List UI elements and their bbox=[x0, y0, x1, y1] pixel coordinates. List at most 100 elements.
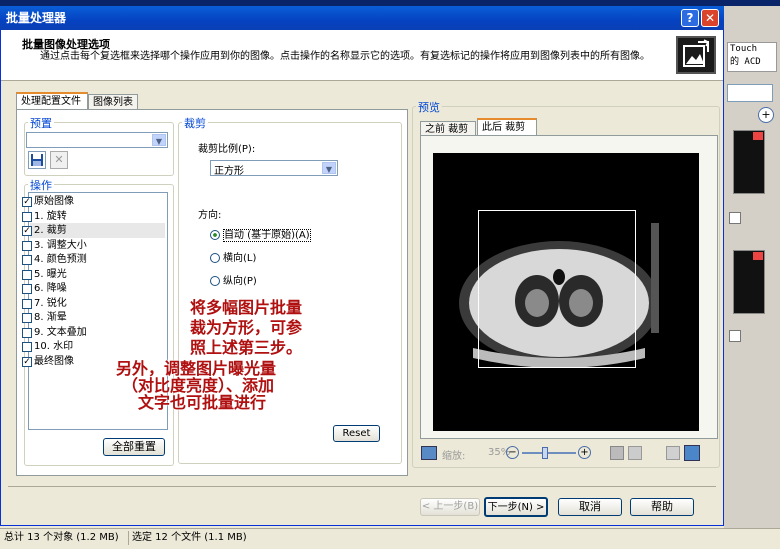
background-thumbnail-checkbox[interactable] bbox=[729, 212, 741, 224]
operation-checkbox[interactable] bbox=[22, 342, 32, 352]
chevron-down-icon: ▼ bbox=[322, 162, 336, 174]
background-thumbnail[interactable] bbox=[733, 130, 765, 194]
operation-item[interactable]: 4. 颜色预测 bbox=[22, 253, 87, 267]
operation-checkbox[interactable] bbox=[22, 284, 32, 294]
direction-option[interactable]: 横向(L) bbox=[210, 249, 256, 264]
direction-option[interactable]: 纵向(P) bbox=[210, 272, 257, 287]
direction-option-label: 横向(L) bbox=[223, 253, 257, 264]
operation-checkbox[interactable] bbox=[22, 298, 32, 309]
status-divider bbox=[128, 531, 129, 545]
zoom-slider-thumb[interactable] bbox=[542, 447, 548, 459]
cancel-button[interactable]: 取消 bbox=[558, 498, 622, 516]
tab-image-list[interactable]: 图像列表 bbox=[88, 94, 138, 110]
annotation-block-1: 将多幅图片批量 裁为方形，可参 照上述第三步。 bbox=[190, 298, 302, 358]
image-icon[interactable] bbox=[684, 445, 700, 461]
actual-size-icon[interactable] bbox=[628, 446, 642, 460]
operation-item[interactable]: ✓ 2. 裁剪 bbox=[22, 224, 67, 238]
back-button[interactable]: < 上一步(B) bbox=[420, 498, 480, 516]
operation-checkbox[interactable] bbox=[22, 313, 32, 323]
preset-dropdown[interactable]: ▼ bbox=[26, 132, 168, 148]
dialog-titlebar: 批量处理器 bbox=[0, 6, 724, 30]
operation-checkbox[interactable]: ✓ bbox=[22, 197, 32, 207]
save-preset-button[interactable] bbox=[28, 151, 46, 169]
operation-item[interactable]: 10. 水印 bbox=[22, 340, 74, 354]
background-zoom-plus-button[interactable]: + bbox=[758, 107, 774, 123]
status-bar: 总计 13 个对象 (1.2 MB) 选定 12 个文件 (1.1 MB) bbox=[0, 528, 780, 549]
background-acd-text: 的 ACD bbox=[730, 57, 761, 67]
delete-preset-button[interactable]: ✕ bbox=[50, 151, 68, 169]
operation-checkbox[interactable] bbox=[22, 211, 32, 222]
status-selected: 选定 12 个文件 (1.1 MB) bbox=[132, 532, 247, 543]
preset-label: 预置 bbox=[28, 115, 54, 131]
batch-image-icon bbox=[676, 36, 716, 74]
operation-item[interactable]: ✓ 原始图像 bbox=[22, 195, 74, 209]
operation-label: 6. 降噪 bbox=[34, 283, 67, 294]
operation-label: 9. 文本叠加 bbox=[34, 326, 87, 338]
crop-reset-button[interactable]: Reset bbox=[333, 425, 380, 442]
chevron-down-icon: ▼ bbox=[152, 134, 166, 146]
operation-label: 最终图像 bbox=[34, 355, 74, 367]
annotation-line: 照上述第三步。 bbox=[190, 338, 303, 357]
compare-icon[interactable] bbox=[666, 446, 680, 460]
crop-frame[interactable] bbox=[478, 210, 636, 368]
radio-button[interactable] bbox=[210, 253, 220, 263]
operation-label: 10. 水印 bbox=[34, 341, 74, 352]
close-icon[interactable]: ✕ bbox=[701, 9, 719, 27]
preview-settings-icon[interactable] bbox=[421, 446, 437, 460]
dialog-title: 批量处理器 bbox=[6, 11, 67, 25]
operation-item[interactable]: 7. 锐化 bbox=[22, 297, 67, 311]
operation-checkbox[interactable]: ✓ bbox=[22, 226, 32, 236]
background-touch-text: Touch bbox=[730, 44, 758, 54]
help-button[interactable]: 帮助 bbox=[630, 498, 694, 516]
operation-item[interactable]: ✓ 最终图像 bbox=[22, 355, 74, 369]
background-thumbnail-checkbox[interactable] bbox=[729, 330, 741, 342]
operation-checkbox[interactable] bbox=[22, 240, 32, 251]
tab-after-crop[interactable]: 此后 裁剪 bbox=[477, 118, 537, 136]
direction-label: 方向: bbox=[198, 210, 222, 221]
crop-ratio-label: 裁剪比例(P): bbox=[198, 144, 256, 155]
background-dropdown[interactable] bbox=[727, 84, 773, 102]
zoom-label: 缩放: bbox=[442, 451, 466, 462]
annotation-line: 文字也可批量进行 bbox=[138, 393, 267, 412]
zoom-in-button[interactable]: + bbox=[578, 446, 591, 459]
reset-all-button[interactable]: 全部重置 bbox=[103, 438, 165, 456]
header-title: 批量图像处理选项 bbox=[22, 38, 110, 51]
operation-checkbox[interactable]: ✓ bbox=[22, 356, 32, 367]
operation-item[interactable]: 9. 文本叠加 bbox=[22, 326, 87, 340]
direction-option[interactable]: 自动 (基于原始)(A) bbox=[210, 226, 311, 242]
operation-item[interactable]: 1. 旋转 bbox=[22, 210, 67, 224]
operations-label: 操作 bbox=[28, 177, 54, 193]
operation-item[interactable]: 5. 曝光 bbox=[22, 268, 67, 282]
background-touch-box: Touch 的 ACD bbox=[727, 42, 777, 72]
zoom-out-button[interactable]: − bbox=[506, 446, 519, 459]
zoom-slider-track[interactable] bbox=[522, 452, 576, 454]
operation-checkbox[interactable] bbox=[22, 255, 32, 265]
radio-button[interactable] bbox=[210, 276, 220, 286]
annotation-line: 将多幅图片批量 bbox=[190, 298, 303, 317]
operation-label: 5. 曝光 bbox=[34, 268, 67, 280]
footer-divider bbox=[8, 486, 716, 487]
operation-checkbox[interactable] bbox=[22, 327, 32, 338]
thumbnail-tag-icon bbox=[753, 252, 763, 260]
operation-checkbox[interactable] bbox=[22, 269, 32, 280]
operation-label: 4. 颜色预测 bbox=[34, 254, 87, 265]
status-total: 总计 13 个对象 (1.2 MB) bbox=[4, 532, 119, 543]
annotation-line: （对比度亮度）、添加 bbox=[122, 376, 275, 395]
radio-button[interactable] bbox=[210, 230, 220, 240]
tab-processing-profile[interactable]: 处理配置文件 bbox=[16, 92, 88, 110]
background-thumbnail[interactable] bbox=[733, 250, 765, 314]
thumbnail-tag-icon bbox=[753, 132, 763, 140]
operation-item[interactable]: 3. 调整大小 bbox=[22, 239, 87, 253]
direction-option-label: 自动 (基于原始)(A) bbox=[223, 229, 311, 242]
fit-icon[interactable] bbox=[610, 446, 624, 460]
help-icon[interactable]: ? bbox=[681, 9, 699, 27]
operation-item[interactable]: 6. 降噪 bbox=[22, 282, 67, 296]
crop-ratio-dropdown[interactable]: 正方形 ▼ bbox=[210, 160, 338, 177]
next-button[interactable]: 下一步(N) > bbox=[484, 497, 548, 517]
save-icon bbox=[31, 154, 43, 166]
crop-label: 裁剪 bbox=[182, 115, 208, 131]
preview-label: 预览 bbox=[416, 99, 442, 115]
operation-item[interactable]: 8. 渐晕 bbox=[22, 311, 67, 325]
operation-label: 原始图像 bbox=[34, 196, 74, 207]
delete-icon: ✕ bbox=[54, 153, 64, 166]
